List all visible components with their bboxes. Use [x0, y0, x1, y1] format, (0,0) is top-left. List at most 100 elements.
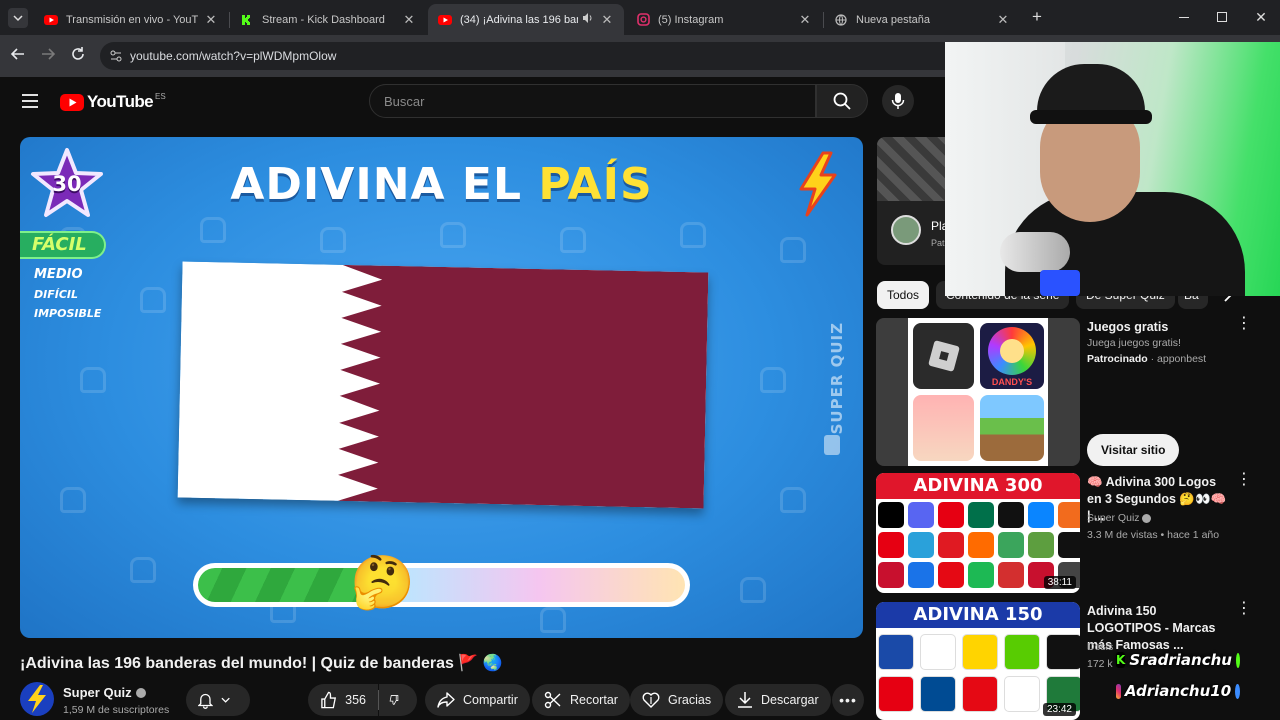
browser-tab[interactable]: Nueva pestaña ✕ [824, 4, 1020, 35]
chevron-down-icon [13, 15, 23, 22]
playlist-card[interactable]: Pla Pat [877, 137, 945, 265]
brand-logo-icon [998, 532, 1024, 558]
brand-logo-icon [920, 634, 956, 670]
ad-subtitle: Juega juegos gratis! [1087, 337, 1181, 349]
tab-search-button[interactable] [8, 8, 28, 28]
notifications-button[interactable] [186, 684, 250, 716]
like-count: 356 [345, 693, 366, 707]
playlist-avatar [891, 215, 921, 245]
close-window-button[interactable]: ✕ [1252, 8, 1270, 26]
video-thumbnail[interactable]: ADIVINA 300 LOGOS 38:11 [876, 473, 1080, 593]
reload-button[interactable] [70, 46, 86, 67]
youtube-logo[interactable]: YouTube ES [60, 92, 166, 112]
browser-tab[interactable]: Stream - Kick Dashboard ✕ [230, 4, 426, 35]
game-character-icon [913, 395, 974, 461]
more-vert-icon[interactable]: ⋮ [1236, 316, 1252, 332]
dandys-world-icon: DANDY'S [980, 323, 1044, 389]
cap-brim [1030, 110, 1152, 124]
speaker-icon[interactable] [582, 12, 594, 27]
url-text: youtube.com/watch?v=plWDMpmOlow [130, 49, 337, 63]
brand-logo-icon [938, 502, 964, 528]
ad-thumbnail[interactable]: DANDY'S [876, 318, 1080, 466]
video-title: ¡Adivina las 196 banderas del mundo! | Q… [20, 655, 503, 672]
reload-icon [72, 47, 84, 60]
search-input[interactable]: Buscar [369, 84, 816, 118]
voice-search-button[interactable] [882, 85, 914, 117]
site-info-icon[interactable] [110, 50, 122, 62]
brand-logo-icon [998, 562, 1024, 588]
channel-avatar[interactable] [20, 682, 54, 716]
chevron-down-icon [221, 697, 230, 703]
search-icon [833, 92, 851, 110]
ad-cta-button[interactable]: Visitar sitio [1087, 434, 1180, 466]
difficulty-level: DIFÍCIL [34, 288, 79, 301]
chip-all[interactable]: Todos [877, 281, 930, 309]
brand-logo-icon [1058, 532, 1080, 558]
video-meta: 172 k [1087, 658, 1113, 670]
close-icon[interactable]: ✕ [996, 12, 1010, 28]
minimize-button[interactable] [1174, 9, 1194, 25]
dislike-button[interactable] [379, 684, 417, 716]
brand-logo-icon [908, 562, 934, 588]
thanks-button[interactable]: Gracias [630, 684, 724, 716]
brand-logo-icon [968, 502, 994, 528]
progress-fill [198, 568, 359, 602]
kick-handle: K Sradrianchu [1116, 649, 1240, 671]
more-vert-icon[interactable]: ⋮ [1236, 472, 1252, 488]
video-thumbnail[interactable]: ADIVINA 150 LOGOS 23:42 [876, 602, 1080, 720]
browser-tab-active[interactable]: (34) ¡Adivina las 196 bander ✕ [428, 4, 624, 35]
video-channel: Dosis [1087, 641, 1114, 653]
like-button[interactable]: 356 [308, 684, 378, 716]
video-meta: 3.3 M de vistas • hace 1 año [1087, 529, 1220, 541]
brand-logo-icon [1028, 532, 1054, 558]
address-bar[interactable]: youtube.com/watch?v=plWDMpmOlow [100, 42, 960, 70]
brand-logo-icon [908, 502, 934, 528]
share-button[interactable]: Compartir [425, 684, 530, 716]
brand-logo-icon [878, 562, 904, 588]
download-button[interactable]: Descargar [725, 684, 831, 716]
arrow-right-icon [42, 48, 56, 60]
brand-logo-icon [938, 562, 964, 588]
difficulty-selected: FÁCIL [20, 231, 106, 259]
clip-button[interactable]: Recortar [532, 684, 630, 716]
new-tab-button[interactable]: + [1028, 8, 1046, 26]
youtube-icon [44, 13, 58, 27]
verified-icon [1235, 683, 1240, 699]
back-button[interactable] [10, 46, 26, 67]
verified-icon [1142, 513, 1152, 523]
channel-name[interactable]: Super Quiz [63, 685, 132, 700]
browser-tab[interactable]: (5) Instagram ✕ [626, 4, 822, 35]
difficulty-levels: FÁCIL MEDIO DIFÍCIL IMPOSIBLE [20, 231, 106, 326]
globe-icon [834, 13, 848, 27]
share-icon [437, 692, 455, 708]
subscriber-count: 1,59 M de suscriptores [63, 704, 170, 716]
ad-sponsored-line: Patrocinado · apponbest [1087, 353, 1207, 365]
browser-tab[interactable]: Transmisión en vivo - YouTube ✕ [34, 4, 228, 35]
search-button[interactable] [816, 84, 868, 118]
play-badge-icon [824, 435, 840, 455]
close-icon[interactable]: ✕ [600, 12, 614, 28]
close-icon[interactable]: ✕ [798, 12, 812, 28]
ad-title[interactable]: Juegos gratis [1087, 319, 1168, 336]
heart-dollar-icon [642, 692, 660, 708]
video-duration: 23:42 [1042, 703, 1076, 716]
close-icon[interactable]: ✕ [204, 12, 218, 28]
instagram-icon [1116, 683, 1121, 699]
kick-icon [240, 13, 254, 27]
forward-button[interactable] [40, 46, 56, 67]
brand-logo-icon [878, 502, 904, 528]
flag-image [177, 261, 709, 509]
maximize-button[interactable] [1212, 9, 1232, 25]
brand-logo-icon [938, 532, 964, 558]
countdown-progress-bar [193, 563, 690, 607]
more-vert-icon[interactable]: ⋮ [1236, 601, 1252, 617]
download-icon [738, 692, 752, 708]
scissors-icon [544, 691, 561, 709]
lightning-icon [28, 685, 46, 713]
more-actions-button[interactable]: ••• [832, 684, 864, 716]
video-player[interactable]: 30 ADIVINA EL PAÍS FÁCIL MEDIO DIFÍCIL I… [20, 137, 863, 638]
close-icon[interactable]: ✕ [402, 12, 416, 28]
menu-button[interactable] [22, 94, 38, 113]
browser-tab-strip: Transmisión en vivo - YouTube ✕ Stream -… [0, 0, 1280, 35]
brand-logo-icon [878, 634, 914, 670]
